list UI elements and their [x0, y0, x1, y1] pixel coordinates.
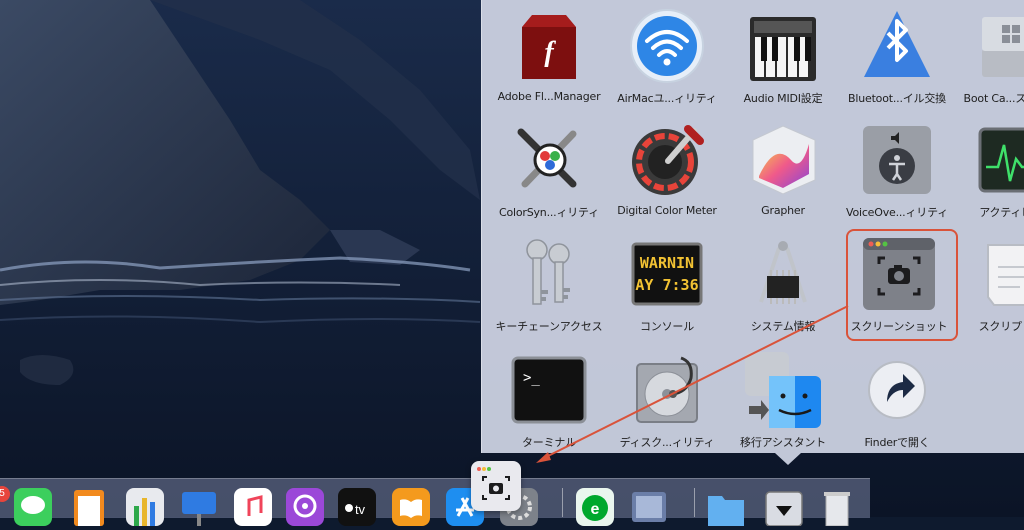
migration-icon [743, 350, 823, 430]
wifi-icon [627, 6, 707, 86]
stack-item-voiceover-utility[interactable]: VoiceOve...ィリティ [838, 114, 956, 226]
system-info-icon [743, 234, 823, 314]
eyedropper-icon [627, 120, 707, 200]
voiceover-icon [857, 120, 937, 200]
dragged-screenshot-icon[interactable] [471, 461, 521, 511]
script-editor-icon [971, 234, 1024, 314]
dock-utilities-stack-icon[interactable] [764, 488, 803, 527]
piano-icon [743, 6, 823, 86]
item-label: VoiceOve...ィリティ [845, 206, 949, 219]
stack-item-disk-utility[interactable]: ディスク...ィリティ [608, 344, 726, 456]
dock-podcasts-icon[interactable] [286, 488, 324, 526]
dock-applications-folder-icon[interactable] [706, 488, 744, 526]
dock-separator [694, 488, 695, 517]
item-label: アクティビテ [979, 206, 1024, 219]
stack-item-activity-monitor[interactable]: アクティビテ [952, 114, 1024, 226]
dock-books-icon[interactable] [392, 488, 430, 526]
stack-item-bluetooth-file-exchange[interactable]: Bluetoot...イル交換 [838, 0, 956, 112]
terminal-icon: >_ [509, 350, 589, 430]
dock-trash-icon[interactable] [818, 488, 856, 527]
stack-item-boot-camp[interactable]: Boot Ca...スタント [952, 0, 1024, 112]
activity-monitor-icon [971, 120, 1024, 200]
screenshot-highlight-box [846, 229, 958, 341]
item-label: ディスク...ィリティ [619, 436, 715, 449]
dock-messages-icon[interactable] [14, 488, 52, 526]
stack-item-script-editor[interactable]: スクリプトエ [952, 228, 1024, 340]
disk-utility-icon [627, 350, 707, 430]
item-label: 移行アシスタント [740, 436, 826, 449]
bootcamp-icon [971, 6, 1024, 86]
item-label: Audio MIDI設定 [743, 92, 823, 105]
grapher-icon [743, 120, 823, 200]
item-label: キーチェーンアクセス [495, 320, 603, 333]
dock-numbers-icon[interactable] [126, 488, 164, 526]
item-label: Finderで開く [864, 436, 930, 449]
item-label: システム情報 [750, 320, 816, 333]
apple-tv-label: tv [355, 502, 366, 517]
stack-item-adobe-flash-manager[interactable]: f Adobe Fl...Manager [490, 0, 608, 112]
stack-item-system-information[interactable]: システム情報 [724, 228, 842, 340]
keychain-icon [509, 234, 589, 314]
item-label: Digital Color Meter [617, 204, 717, 217]
item-label: AirMacユ...ィリティ [617, 92, 717, 105]
item-label: スクリプトエ [978, 320, 1024, 333]
dock-preview-icon[interactable] [630, 488, 668, 526]
dock-music-icon[interactable] [234, 488, 272, 526]
colorsync-icon [509, 120, 589, 200]
stack-item-digital-color-meter[interactable]: Digital Color Meter [608, 114, 726, 226]
terminal-prompt: >_ [523, 370, 540, 386]
svg-text:e: e [591, 501, 600, 518]
stack-item-audio-midi[interactable]: Audio MIDI設定 [724, 0, 842, 112]
stack-item-open-in-finder[interactable]: Finderで開く [838, 344, 956, 456]
console-line-2: AY 7:36 [635, 276, 698, 294]
stack-item-migration-assistant[interactable]: 移行アシスタント [724, 344, 842, 456]
stack-item-colorsync-utility[interactable]: ColorSyn...ィリティ [490, 114, 608, 226]
stack-item-grapher[interactable]: Grapher [724, 114, 842, 226]
dock-separator [562, 488, 563, 517]
open-in-finder-icon [857, 350, 937, 430]
item-label: ターミナル [522, 436, 576, 449]
dock-apple-tv-icon[interactable]: tv [338, 488, 376, 526]
dock-keynote-icon[interactable] [180, 488, 218, 526]
stack-item-console[interactable]: WARNIN AY 7:36 コンソール [608, 228, 726, 340]
stack-item-terminal[interactable]: >_ ターミナル [490, 344, 608, 456]
console-line-1: WARNIN [640, 254, 694, 272]
stack-item-keychain-access[interactable]: キーチェーンアクセス [490, 228, 608, 340]
item-label: Grapher [761, 204, 805, 217]
dock-pages-icon[interactable] [70, 488, 108, 526]
item-label: ColorSyn...ィリティ [498, 206, 599, 219]
item-label: Bluetoot...イル交換 [848, 92, 946, 105]
flash-icon: f [509, 6, 589, 86]
item-label: Boot Ca...スタント [963, 92, 1024, 105]
item-label: コンソール [640, 320, 694, 333]
dock-evernote-icon[interactable]: e [576, 488, 614, 526]
item-label: Adobe Fl...Manager [497, 90, 601, 103]
stack-item-airmac-utility[interactable]: AirMacユ...ィリティ [608, 0, 726, 112]
console-icon: WARNIN AY 7:36 [627, 234, 707, 314]
bluetooth-icon [857, 6, 937, 86]
